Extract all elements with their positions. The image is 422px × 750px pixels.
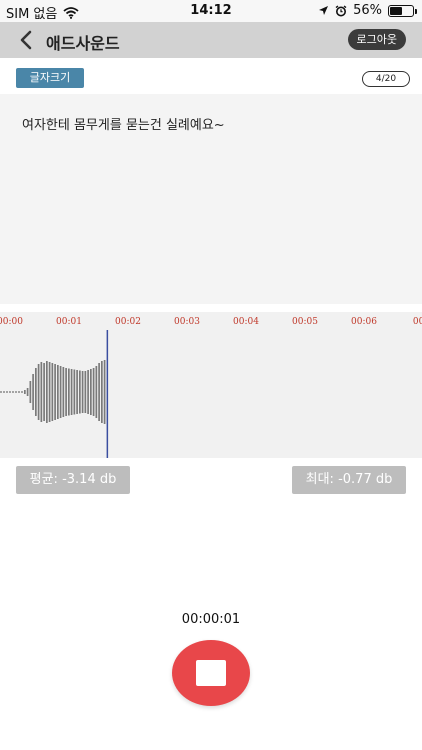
time-tick-label: 00:01 xyxy=(56,317,82,327)
chevron-left-icon[interactable] xyxy=(16,28,38,52)
waveform-bar xyxy=(95,366,98,418)
battery-icon xyxy=(388,4,417,17)
waveform-bar xyxy=(59,366,62,418)
waveform-bar xyxy=(24,390,26,394)
page-title: 애드사운드 xyxy=(46,34,120,53)
waveform-bar xyxy=(70,369,73,415)
time-tick-label: 00:06 xyxy=(351,317,377,327)
waveform-bar xyxy=(48,362,51,422)
time-tick-label: 00:00 xyxy=(0,317,23,327)
waveform-bar xyxy=(90,369,92,415)
waveform-bar xyxy=(37,364,40,420)
nav-bar: 애드사운드 로그아웃 xyxy=(0,22,422,58)
logout-button[interactable]: 로그아웃 xyxy=(347,29,406,50)
battery-fill xyxy=(390,6,402,15)
sentence-text: 여자한테 몸무게를 묻는건 실례예요~ xyxy=(22,118,225,133)
waveform-bar xyxy=(79,370,81,414)
waveform-bar xyxy=(46,361,48,423)
waveform-bar xyxy=(81,371,84,413)
alarm-icon xyxy=(335,4,347,16)
recording-timer: 00:00:01 xyxy=(181,612,241,627)
waveform-bar xyxy=(101,361,103,423)
waveform-bar xyxy=(43,363,45,421)
waveform-bar xyxy=(62,367,65,417)
font-size-button[interactable]: 글자크기 xyxy=(16,68,84,88)
max-db-badge: 최대: -0.77 db xyxy=(292,466,406,494)
waveform-bar xyxy=(51,363,54,421)
time-tick-label: 00:04 xyxy=(233,317,259,327)
stop-icon xyxy=(196,660,226,686)
waveform-bar xyxy=(29,381,32,403)
waveform: 00:00 00:01 00:02 00:03 00:04 00:05 00:06 00:0 xyxy=(0,317,422,458)
sentence-panel: 여자한테 몸무게를 묻는건 실례예요~ xyxy=(0,94,422,304)
waveform-bar xyxy=(92,368,95,416)
time-tick-label: 00:03 xyxy=(174,317,200,327)
waveform-bar xyxy=(65,368,67,416)
waveform-bar xyxy=(57,365,59,419)
time-tick-label: 00:02 xyxy=(115,317,141,327)
status-right: 56% xyxy=(318,3,417,18)
toolbar: 글자크기 4/20 xyxy=(0,58,422,94)
waveform-bar xyxy=(103,360,106,424)
page-indicator: 4/20 xyxy=(362,71,410,87)
waveform-bar xyxy=(98,363,100,421)
status-bar: SIM 없음 14:12 56% xyxy=(0,0,422,22)
waveform-bar xyxy=(76,370,78,414)
waveform-bar xyxy=(26,388,29,396)
waveform-bar xyxy=(32,374,34,410)
average-db-badge: 평균: -3.14 db xyxy=(16,466,130,494)
record-stop-button[interactable] xyxy=(172,640,250,706)
waveform-bar xyxy=(68,368,70,416)
waveform-bar xyxy=(40,362,43,422)
waveform-bar xyxy=(87,370,89,414)
location-arrow-icon xyxy=(319,6,329,15)
waveform-area: 00:00 00:01 00:02 00:03 00:04 00:05 00:06 00:0 xyxy=(0,312,422,458)
time-tick-label: 00:0 xyxy=(413,317,422,327)
waveform-bar xyxy=(35,368,37,416)
waveform-bar xyxy=(84,371,87,413)
battery-percent: 56% xyxy=(353,3,382,18)
waveform-bar xyxy=(73,369,76,415)
time-tick-label: 00:05 xyxy=(292,317,318,327)
waveform-bar xyxy=(54,364,56,420)
